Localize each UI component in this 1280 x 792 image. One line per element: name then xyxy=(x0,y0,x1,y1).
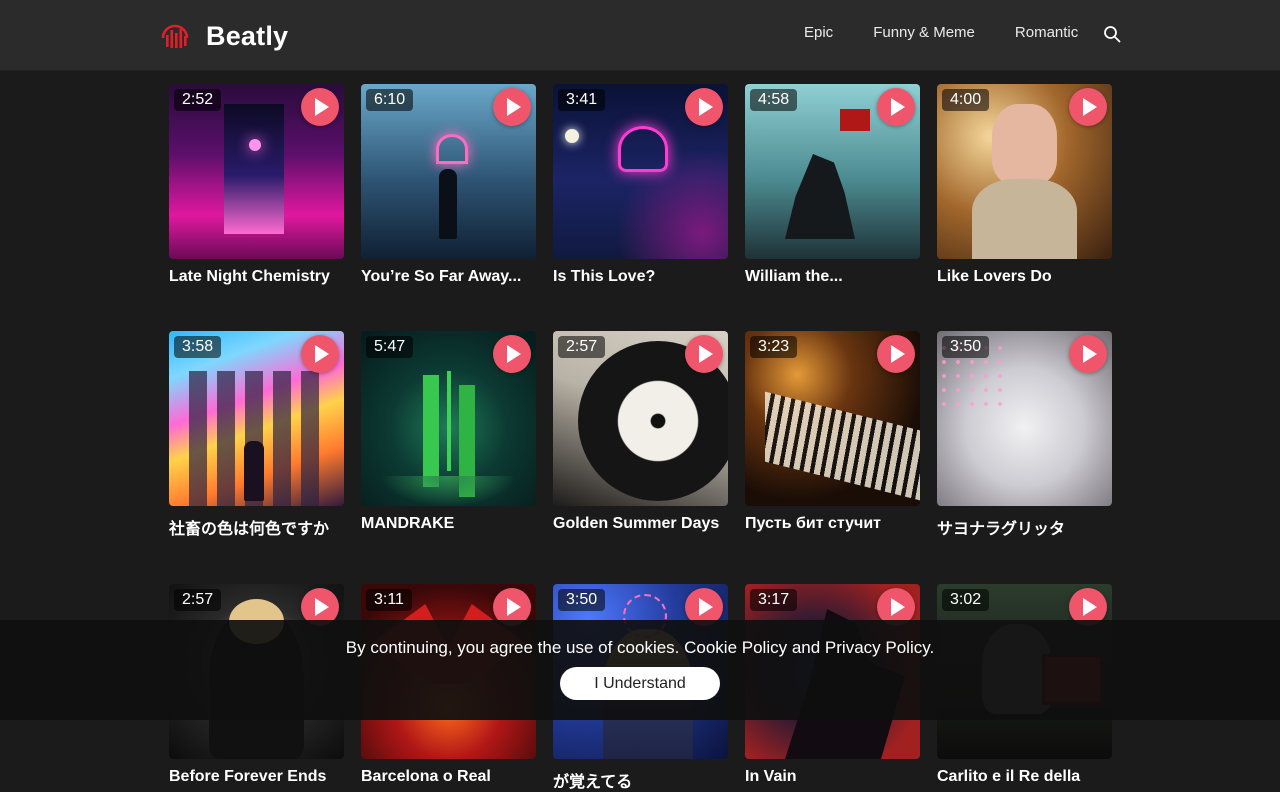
duration-badge: 3:23 xyxy=(750,336,798,358)
play-icon[interactable] xyxy=(1069,88,1107,126)
track-title[interactable]: サヨナラグリッタ xyxy=(937,515,1112,539)
track-title[interactable]: Пусть бит стучит xyxy=(745,515,920,533)
search-icon[interactable] xyxy=(1103,25,1121,43)
track-title[interactable]: Is This Love? xyxy=(553,268,728,286)
duration-badge: 3:17 xyxy=(750,589,798,611)
play-icon[interactable] xyxy=(493,88,531,126)
track-title[interactable]: MANDRAKE xyxy=(361,515,536,533)
track-title[interactable]: Barcelona o Real xyxy=(361,768,536,786)
duration-badge: 3:58 xyxy=(174,336,222,358)
main-nav: Epic Funny & Meme Romantic xyxy=(804,24,1078,41)
track-title[interactable]: Like Lovers Do xyxy=(937,268,1112,286)
track-title[interactable]: You’re So Far Away... xyxy=(361,268,536,286)
track-title[interactable]: 社畜の色は何色ですか xyxy=(169,515,344,539)
track-thumbnail[interactable]: 3:58 xyxy=(169,331,344,506)
nav-link-funny-meme[interactable]: Funny & Meme xyxy=(873,24,975,41)
duration-badge: 3:41 xyxy=(558,89,606,111)
brand-name: Beatly xyxy=(206,20,289,51)
play-icon[interactable] xyxy=(877,88,915,126)
duration-badge: 3:50 xyxy=(558,589,606,611)
top-navigation-bar: Beatly Epic Funny & Meme Romantic xyxy=(0,0,1280,70)
duration-badge: 2:52 xyxy=(174,89,222,111)
track-card[interactable]: 2:52 Late Night Chemistry xyxy=(169,84,344,286)
track-card[interactable]: 3:50 サヨナラグリッタ xyxy=(937,331,1112,539)
duration-badge: 5:47 xyxy=(366,336,414,358)
play-icon[interactable] xyxy=(877,335,915,373)
track-thumbnail[interactable]: 2:57 xyxy=(553,331,728,506)
track-title[interactable]: Golden Summer Days xyxy=(553,515,728,533)
track-thumbnail[interactable]: 3:23 xyxy=(745,331,920,506)
track-title[interactable]: William the... xyxy=(745,268,920,286)
nav-link-romantic[interactable]: Romantic xyxy=(1015,24,1078,41)
track-title[interactable]: が覚えてる xyxy=(553,768,728,792)
track-thumbnail[interactable]: 3:50 xyxy=(937,331,1112,506)
track-thumbnail[interactable]: 2:52 xyxy=(169,84,344,259)
sound-wave-logo-icon xyxy=(161,24,189,48)
play-icon[interactable] xyxy=(685,335,723,373)
nav-link-epic[interactable]: Epic xyxy=(804,24,833,41)
track-thumbnail[interactable]: 3:41 xyxy=(553,84,728,259)
track-thumbnail[interactable]: 4:00 xyxy=(937,84,1112,259)
duration-badge: 3:50 xyxy=(942,336,990,358)
duration-badge: 3:11 xyxy=(366,589,412,611)
duration-badge: 2:57 xyxy=(174,589,222,611)
track-thumbnail[interactable]: 4:58 xyxy=(745,84,920,259)
duration-badge: 2:57 xyxy=(558,336,606,358)
track-title[interactable]: Carlito e il Re della xyxy=(937,768,1112,786)
play-icon[interactable] xyxy=(301,335,339,373)
duration-badge: 6:10 xyxy=(366,89,414,111)
play-icon[interactable] xyxy=(1069,335,1107,373)
track-card[interactable]: 6:10 You’re So Far Away... xyxy=(361,84,536,286)
track-card[interactable]: 4:00 Like Lovers Do xyxy=(937,84,1112,286)
track-card[interactable]: 2:57 Golden Summer Days xyxy=(553,331,728,539)
brand[interactable]: Beatly xyxy=(160,18,288,54)
track-card[interactable]: 3:23 Пусть бит стучит xyxy=(745,331,920,539)
track-title[interactable]: In Vain xyxy=(745,768,920,786)
track-title[interactable]: Late Night Chemistry xyxy=(169,268,344,286)
track-card[interactable]: 3:58 社畜の色は何色ですか xyxy=(169,331,344,539)
track-title[interactable]: Before Forever Ends xyxy=(169,768,344,786)
play-icon[interactable] xyxy=(685,88,723,126)
play-icon[interactable] xyxy=(301,88,339,126)
track-card[interactable]: 5:47 MANDRAKE xyxy=(361,331,536,539)
duration-badge: 4:58 xyxy=(750,89,798,111)
track-thumbnail[interactable]: 6:10 xyxy=(361,84,536,259)
duration-badge: 3:02 xyxy=(942,589,990,611)
cookie-consent-banner: By continuing, you agree the use of cook… xyxy=(0,620,1280,720)
track-thumbnail[interactable]: 5:47 xyxy=(361,331,536,506)
track-card[interactable]: 4:58 William the... xyxy=(745,84,920,286)
play-icon[interactable] xyxy=(493,335,531,373)
duration-badge: 4:00 xyxy=(942,89,990,111)
accept-cookies-button[interactable]: I Understand xyxy=(560,667,720,700)
cookie-consent-text: By continuing, you agree the use of cook… xyxy=(345,638,935,657)
track-card[interactable]: 3:41 Is This Love? xyxy=(553,84,728,286)
